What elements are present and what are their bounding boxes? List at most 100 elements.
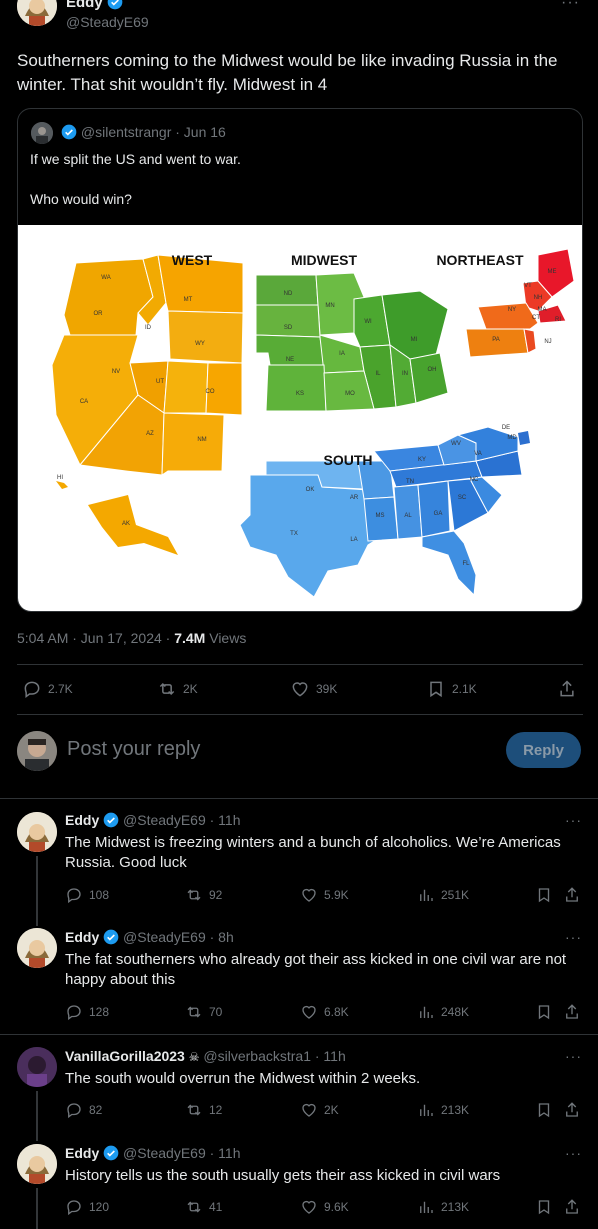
quoted-text-line-1: If we split the US and went to war.: [30, 151, 241, 167]
view-count: 7.4M: [174, 630, 206, 646]
state-label: MD: [507, 435, 517, 441]
region-title: MIDWEST: [291, 252, 358, 268]
reply-icon: [24, 681, 40, 698]
repost-action[interactable]: 41: [185, 1198, 222, 1216]
alaska-shape: [88, 495, 178, 555]
state-label: NV: [112, 369, 120, 375]
share-action[interactable]: [563, 886, 581, 904]
reply-avatar[interactable]: [17, 1144, 57, 1184]
reply-actions: 120 41 9.6K 213K: [65, 1198, 585, 1218]
reply-action[interactable]: 108: [65, 886, 109, 904]
like-action[interactable]: 6.8K: [300, 1003, 349, 1021]
west-region: [51, 254, 244, 555]
state-label: VT: [524, 283, 532, 289]
views-chart-icon: [420, 1201, 433, 1213]
views-action[interactable]: 213K: [417, 1101, 469, 1119]
region-title: NORTHEAST: [436, 252, 524, 268]
like-action[interactable]: 39K: [290, 679, 337, 699]
views-action[interactable]: 248K: [417, 1003, 469, 1021]
state-label: UT: [156, 379, 164, 385]
state-label: RI: [555, 317, 561, 323]
reply-header[interactable]: Eddy @SteadyE69 · 11h: [65, 1145, 240, 1161]
author-name[interactable]: Eddy: [66, 0, 123, 11]
quoted-tweet-card[interactable]: @silentstrangr · Jun 16 If we split the …: [17, 108, 583, 612]
state-label: WA: [101, 275, 110, 281]
reply-avatar[interactable]: [17, 812, 57, 852]
views-chart-icon: [420, 889, 433, 901]
state-label: ND: [284, 291, 293, 297]
bookmark-action[interactable]: 2.1K: [426, 679, 477, 699]
repost-action[interactable]: 12: [185, 1101, 222, 1119]
reply-action[interactable]: 120: [65, 1198, 109, 1216]
share-action[interactable]: [563, 1003, 581, 1021]
bookmark-action[interactable]: [535, 1198, 553, 1216]
map-graphic: WEST MIDWEST NORTHEAST SOUTH WA OR CA ID MT WY NV U…: [51, 248, 575, 598]
more-options-icon[interactable]: ···: [561, 0, 580, 12]
us-regions-map[interactable]: WEST MIDWEST NORTHEAST SOUTH WA OR CA ID MT WY NV U…: [18, 225, 582, 611]
bookmark-action[interactable]: [535, 1003, 553, 1021]
state-label: CO: [206, 389, 215, 395]
state-label: MT: [184, 297, 193, 303]
region-title: WEST: [172, 252, 213, 268]
like-action[interactable]: 2K: [300, 1101, 339, 1119]
repost-icon: [159, 682, 175, 696]
reply-button[interactable]: Reply: [506, 732, 581, 768]
heart-icon: [302, 1005, 316, 1019]
heart-icon: [292, 682, 308, 697]
more-options-icon[interactable]: ···: [565, 1145, 582, 1161]
thread-line: [36, 856, 38, 926]
author-handle[interactable]: @SteadyE69: [66, 14, 149, 30]
thread-line: [36, 1091, 38, 1141]
state-label: SC: [458, 495, 467, 501]
reply-avatar[interactable]: [17, 928, 57, 968]
reply-header[interactable]: Eddy @SteadyE69 · 8h: [65, 929, 234, 945]
south-region: [239, 426, 530, 598]
bookmark-icon: [430, 681, 442, 698]
quoted-text-line-2: Who would win?: [30, 191, 132, 207]
views-action[interactable]: 213K: [417, 1198, 469, 1216]
state-label: KS: [296, 391, 304, 397]
state-label: NY: [508, 307, 516, 313]
verified-badge-icon: [103, 812, 119, 828]
reply-action[interactable]: 82: [65, 1101, 102, 1119]
quoted-author-avatar[interactable]: [31, 122, 53, 144]
reply-actions: 82 12 2K 213K: [65, 1101, 585, 1121]
bookmark-action[interactable]: [535, 886, 553, 904]
repost-action[interactable]: 2K: [157, 679, 198, 699]
repost-icon: [187, 1104, 201, 1116]
repost-action[interactable]: 92: [185, 886, 222, 904]
thread-line: [36, 1188, 38, 1229]
repost-action[interactable]: 70: [185, 1003, 222, 1021]
my-avatar[interactable]: [17, 731, 57, 771]
verified-badge-icon: [103, 1145, 119, 1161]
state-label: MA: [538, 307, 547, 313]
reply-avatar[interactable]: [17, 1047, 57, 1087]
bookmark-icon: [538, 1005, 550, 1020]
bookmark-icon: [538, 888, 550, 903]
state-label: NE: [286, 357, 294, 363]
reply-input[interactable]: Post your reply: [67, 738, 200, 761]
share-action[interactable]: [563, 1198, 581, 1216]
author-avatar[interactable]: [17, 0, 57, 26]
share-action[interactable]: [557, 679, 577, 699]
more-options-icon[interactable]: ···: [565, 812, 582, 828]
state-label: MN: [325, 303, 334, 309]
more-options-icon[interactable]: ···: [565, 929, 582, 945]
views-action[interactable]: 251K: [417, 886, 469, 904]
reply-header[interactable]: VanillaGorilla2023 ☠ @silverbackstra1 · …: [65, 1048, 346, 1064]
share-action[interactable]: [563, 1101, 581, 1119]
verified-badge-icon: [103, 929, 119, 945]
reply-header[interactable]: Eddy @SteadyE69 · 11h: [65, 812, 240, 828]
tweet-timestamp[interactable]: 5:04 AM · Jun 17, 2024 · 7.4M Views: [17, 630, 246, 646]
more-options-icon[interactable]: ···: [565, 1048, 582, 1064]
reply-action[interactable]: 128: [65, 1003, 109, 1021]
quoted-author-line[interactable]: @silentstrangr · Jun 16: [61, 124, 226, 140]
skull-flag-icon: ☠: [188, 1050, 200, 1064]
bookmark-action[interactable]: [535, 1101, 553, 1119]
state-label: OH: [428, 367, 437, 373]
share-icon: [560, 680, 574, 697]
repost-icon: [187, 889, 201, 901]
reply-action[interactable]: 2.7K: [22, 679, 73, 699]
like-action[interactable]: 9.6K: [300, 1198, 349, 1216]
like-action[interactable]: 5.9K: [300, 886, 349, 904]
